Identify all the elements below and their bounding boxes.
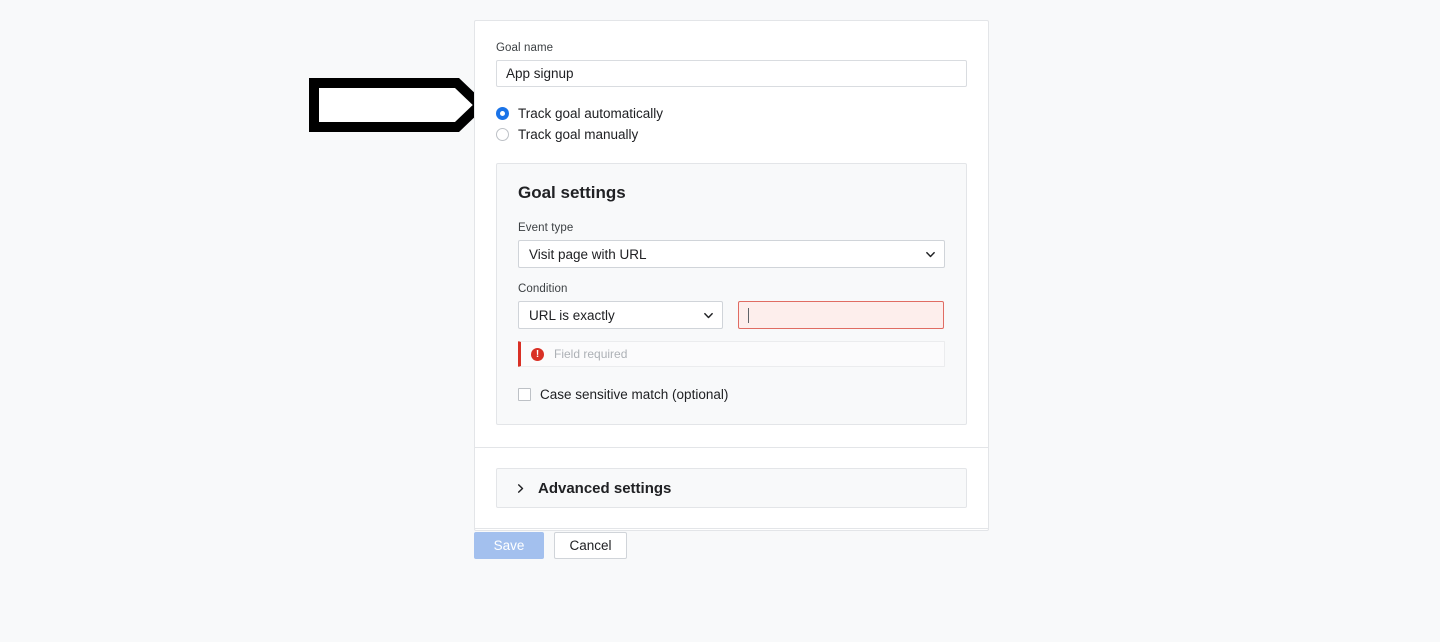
radio-label-automatic: Track goal automatically [518,105,664,121]
goal-name-label: Goal name [496,42,554,54]
condition-label: Condition [518,283,568,295]
field-required-error: ! Field required [518,341,945,367]
goal-name-field: Goal name App signup [496,41,967,87]
goal-settings-title: Goal settings [518,183,626,202]
advanced-settings-label: Advanced settings [538,479,672,497]
condition-field: Condition URL is exactly ! Field require… [518,282,945,402]
advanced-settings-toggle[interactable]: Advanced settings [496,468,967,508]
case-sensitive-label: Case sensitive match (optional) [540,387,729,402]
save-button[interactable]: Save [474,532,544,559]
event-type-select[interactable]: Visit page with URL [518,240,945,268]
text-cursor [748,307,749,323]
condition-operator-select[interactable]: URL is exactly [518,301,723,329]
radio-track-goal-automatically[interactable]: Track goal automatically [496,103,967,124]
cancel-button[interactable]: Cancel [554,532,627,559]
condition-row: URL is exactly [518,301,945,329]
goal-form-main-section: Goal name App signup Track goal automati… [475,21,988,447]
checkbox-unchecked-icon [518,388,531,401]
error-exclamation-icon: ! [531,347,544,361]
annotation-arrow-icon [309,78,485,132]
chevron-down-icon [704,312,713,318]
event-type-field: Event type Visit page with URL [518,221,945,268]
chevron-right-icon [517,483,524,493]
event-type-label: Event type [518,222,574,234]
radio-track-goal-manually[interactable]: Track goal manually [496,124,967,145]
goal-settings-panel: Goal settings Event type Visit page with… [496,163,967,425]
footer-separator [474,528,989,529]
condition-operator-value: URL is exactly [529,307,615,323]
event-type-value: Visit page with URL [529,246,647,262]
radio-unselected-icon [496,128,509,141]
footer-actions: Save Cancel [474,532,627,559]
goal-name-input[interactable]: App signup [496,60,967,87]
tracking-mode-radio-group: Track goal automatically Track goal manu… [496,103,967,145]
case-sensitive-checkbox-row[interactable]: Case sensitive match (optional) [518,387,945,402]
radio-label-manual: Track goal manually [518,126,639,142]
radio-selected-icon [496,107,509,120]
error-message-text: Field required [554,347,628,361]
goal-form-card: Goal name App signup Track goal automati… [474,20,989,531]
condition-value-input[interactable] [738,301,944,329]
chevron-down-icon [926,251,935,257]
advanced-settings-section: Advanced settings [475,448,988,530]
